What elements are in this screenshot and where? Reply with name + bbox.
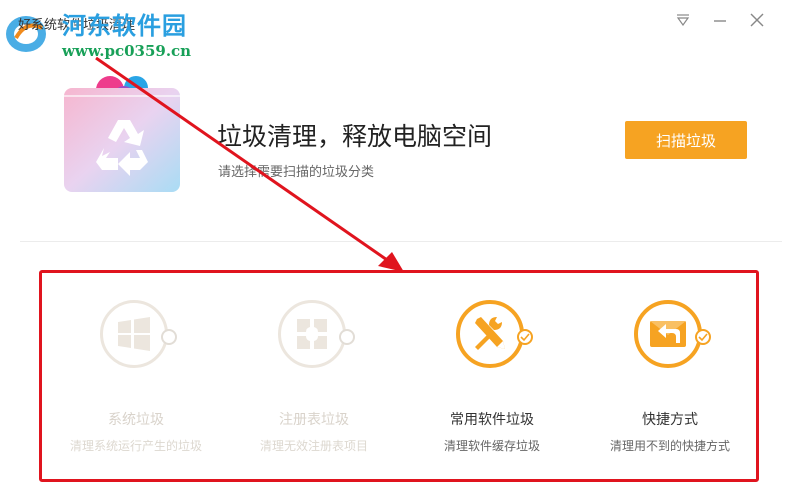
menu-button[interactable]	[671, 8, 695, 32]
recycle-bin-icon	[64, 76, 180, 192]
close-button[interactable]	[745, 8, 769, 32]
page-headline: 垃圾清理，释放电脑空间	[217, 122, 493, 151]
watermark-url: www.pc0359.cn	[62, 42, 192, 60]
annotation-highlight-box	[39, 270, 759, 482]
divider	[20, 241, 782, 242]
minimize-button[interactable]	[708, 8, 732, 32]
minimize-icon	[714, 20, 726, 22]
triangle-down-icon	[676, 14, 690, 26]
scan-button[interactable]: 扫描垃圾	[625, 121, 747, 159]
title-bar: 好系统软件垃圾清理 河东软件园 www.pc0359.cn	[0, 0, 788, 60]
page-subtitle: 请选择需要扫描的垃圾分类	[218, 165, 375, 180]
close-icon	[750, 13, 764, 27]
watermark-name: 河东软件园	[62, 12, 187, 40]
